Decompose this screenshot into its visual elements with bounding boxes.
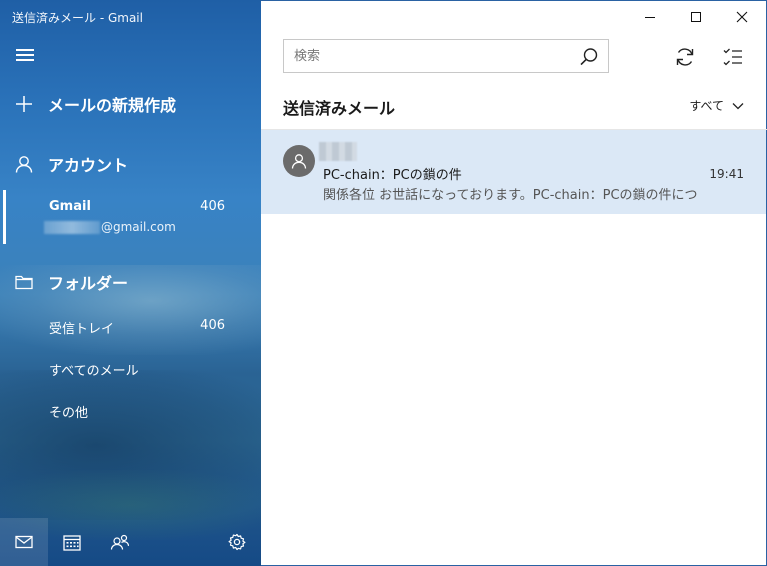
account-name: Gmail bbox=[49, 199, 91, 214]
message-preview: 関係各位 お世話になっております。PC-chain：PCの鎖の件につ bbox=[323, 188, 698, 203]
folder-label: その他 bbox=[49, 406, 89, 421]
accounts-header[interactable]: アカウント bbox=[0, 150, 261, 178]
window-title: 送信済みメール - Gmail bbox=[12, 11, 143, 25]
selection-mode-icon[interactable] bbox=[719, 43, 747, 71]
person-icon bbox=[0, 155, 48, 173]
search-box[interactable] bbox=[283, 39, 609, 73]
chevron-down-icon bbox=[732, 102, 744, 109]
sync-icon[interactable] bbox=[671, 43, 699, 71]
accounts-heading: アカウント bbox=[48, 156, 129, 175]
filter-dropdown[interactable]: すべて bbox=[689, 97, 744, 114]
person-icon bbox=[291, 154, 307, 169]
account-item-gmail[interactable]: Gmail 406 @gmail.com bbox=[0, 190, 261, 244]
folder-title: 送信済みメール bbox=[283, 99, 396, 118]
search-icon[interactable] bbox=[578, 46, 600, 68]
selection-indicator bbox=[3, 190, 6, 244]
message-subject: PC-chain：PCの鎖の件 bbox=[323, 168, 462, 183]
folder-item-other[interactable]: その他 bbox=[0, 396, 261, 426]
redacted-email-user bbox=[44, 221, 100, 234]
settings-icon[interactable] bbox=[213, 518, 261, 566]
folders-heading: フォルダー bbox=[48, 274, 129, 293]
close-button[interactable] bbox=[719, 1, 765, 33]
message-item[interactable]: PC-chain：PCの鎖の件 19:41 関係各位 お世話になっております。P… bbox=[261, 130, 766, 214]
account-unread-count: 406 bbox=[200, 199, 225, 214]
avatar bbox=[283, 145, 315, 177]
account-email: @gmail.com bbox=[101, 220, 176, 234]
filter-label: すべて bbox=[689, 99, 724, 113]
minimize-button[interactable] bbox=[627, 1, 673, 33]
search-input[interactable] bbox=[294, 47, 564, 65]
bottom-nav bbox=[0, 518, 261, 566]
new-mail-button[interactable]: メールの新規作成 bbox=[0, 90, 261, 118]
folder-label: 受信トレイ bbox=[49, 322, 115, 337]
message-list-pane: 送信済みメール すべて PC-chain：PCの鎖の件 19:41 関係各位 お… bbox=[261, 0, 767, 566]
folder-count: 406 bbox=[200, 318, 225, 333]
maximize-button[interactable] bbox=[673, 1, 719, 33]
folders-header[interactable]: フォルダー bbox=[0, 268, 261, 296]
redacted-sender bbox=[319, 142, 357, 161]
folder-label: すべてのメール bbox=[49, 364, 139, 379]
plus-icon bbox=[0, 95, 48, 113]
sidebar: 送信済みメール - Gmail メールの新規作成 アカウント Gmail 406… bbox=[0, 0, 261, 566]
folder-icon bbox=[0, 274, 48, 290]
people-icon[interactable] bbox=[96, 518, 144, 566]
mail-icon[interactable] bbox=[0, 518, 48, 566]
folder-item-all-mail[interactable]: すべてのメール bbox=[0, 354, 261, 384]
message-time: 19:41 bbox=[709, 167, 744, 181]
hamburger-icon[interactable] bbox=[16, 48, 34, 62]
folder-item-inbox[interactable]: 受信トレイ 406 bbox=[0, 312, 261, 342]
calendar-icon[interactable] bbox=[48, 518, 96, 566]
new-mail-label: メールの新規作成 bbox=[48, 96, 177, 115]
